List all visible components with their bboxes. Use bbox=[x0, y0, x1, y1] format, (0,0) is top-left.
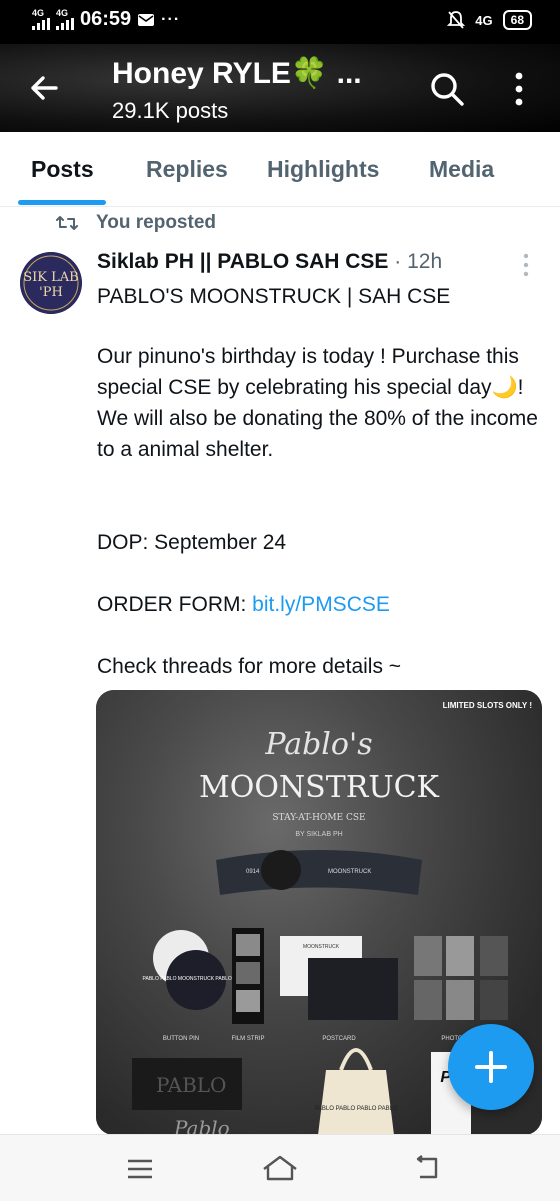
avatar[interactable]: SIK LAB 'PH bbox=[20, 252, 82, 314]
tote-bag bbox=[318, 1070, 394, 1135]
tab-media[interactable]: Media bbox=[429, 156, 494, 183]
bottom-script: Pablo bbox=[173, 1116, 230, 1135]
back-nav-icon[interactable] bbox=[412, 1155, 440, 1181]
poster-subtitle: STAY-AT-HOME CSE bbox=[272, 813, 365, 823]
profile-header: Honey RYLE🍀 ... 29.1K posts bbox=[0, 44, 560, 132]
home-icon[interactable] bbox=[260, 1153, 300, 1183]
back-arrow-icon[interactable] bbox=[26, 70, 62, 106]
postcard-photo bbox=[308, 958, 398, 1020]
poster-script-title: Pablo's bbox=[264, 727, 372, 762]
post-paragraph: Our pinuno's birthday is today ! Purchas… bbox=[97, 345, 538, 461]
order-form-label: ORDER FORM: bbox=[97, 593, 253, 616]
profile-tabs: Posts Replies Highlights Media bbox=[0, 132, 560, 207]
banner-right-text: MOONSTRUCK bbox=[328, 869, 371, 875]
postcard-label: MOONSTRUCK bbox=[303, 944, 340, 950]
tab-replies[interactable]: Replies bbox=[146, 156, 228, 183]
tab-highlights[interactable]: Highlights bbox=[267, 156, 379, 183]
svg-text:'PH: 'PH bbox=[39, 285, 63, 300]
separator-dot: · bbox=[394, 250, 402, 273]
item-label-film-strip: FILM STRIP bbox=[231, 1036, 264, 1042]
post-author-row: Siklab PH || PABLO SAH CSE · 12h bbox=[97, 250, 442, 274]
item-label-postcard: POSTCARD bbox=[322, 1036, 356, 1042]
mute-icon bbox=[447, 11, 466, 29]
system-nav-bar bbox=[0, 1134, 560, 1201]
svg-text:SIK LAB: SIK LAB bbox=[23, 270, 78, 285]
banner-left-text: 0914 bbox=[246, 869, 260, 875]
limited-slots-badge: LIMITED SLOTS ONLY ! bbox=[443, 701, 532, 710]
tote-text: PABLO PABLO PABLO PABLO bbox=[314, 1106, 398, 1112]
author-name[interactable]: Siklab PH || PABLO SAH CSE bbox=[97, 250, 388, 273]
more-options-icon[interactable] bbox=[508, 70, 530, 108]
signal-sim2-icon: 4G bbox=[56, 9, 74, 30]
battery-icon: 68 bbox=[502, 10, 532, 30]
avatar-logo: SIK LAB 'PH bbox=[20, 252, 82, 314]
photo-card bbox=[414, 936, 442, 976]
tab-posts[interactable]: Posts bbox=[31, 156, 94, 183]
bottom-banner-text: PABLO bbox=[156, 1073, 226, 1097]
item-label-button-pin: BUTTON PIN bbox=[163, 1036, 199, 1042]
poster-main-title: MOONSTRUCK bbox=[199, 770, 440, 805]
order-form-link[interactable]: bit.ly/PMSCSE bbox=[252, 593, 390, 616]
repost-label: You reposted bbox=[96, 212, 216, 233]
poster-byline: BY SIKLAB PH bbox=[295, 831, 342, 838]
active-tab-indicator bbox=[18, 200, 106, 205]
post-time[interactable]: 12h bbox=[407, 250, 442, 273]
compose-button[interactable] bbox=[448, 1024, 534, 1110]
repost-indicator: You reposted bbox=[56, 212, 216, 234]
post-count: 29.1K posts bbox=[112, 98, 229, 123]
status-bar: 4G 4G 06:59 ··· 4G 68 bbox=[0, 0, 560, 44]
post-order-form: ORDER FORM: bit.ly/PMSCSE bbox=[97, 589, 547, 620]
mail-icon bbox=[138, 13, 155, 26]
banner-photo bbox=[261, 850, 301, 890]
network-type: 4G bbox=[475, 12, 493, 28]
plus-icon bbox=[475, 1051, 507, 1083]
post-headline: PABLO'S MOONSTRUCK | SAH CSE bbox=[97, 285, 451, 308]
signal-sim1-icon: 4G bbox=[32, 9, 50, 30]
menu-icon[interactable] bbox=[126, 1157, 154, 1181]
search-icon[interactable] bbox=[428, 70, 466, 108]
profile-name: Honey RYLE🍀 ... bbox=[112, 57, 362, 90]
repost-icon bbox=[56, 216, 78, 230]
post-dop: DOP: September 24 bbox=[97, 531, 287, 554]
clock: 06:59 bbox=[80, 8, 132, 30]
more-notifications-icon: ··· bbox=[161, 10, 181, 28]
post-closing: Check threads for more details ~ bbox=[97, 655, 402, 678]
post-menu-icon[interactable] bbox=[522, 252, 530, 278]
